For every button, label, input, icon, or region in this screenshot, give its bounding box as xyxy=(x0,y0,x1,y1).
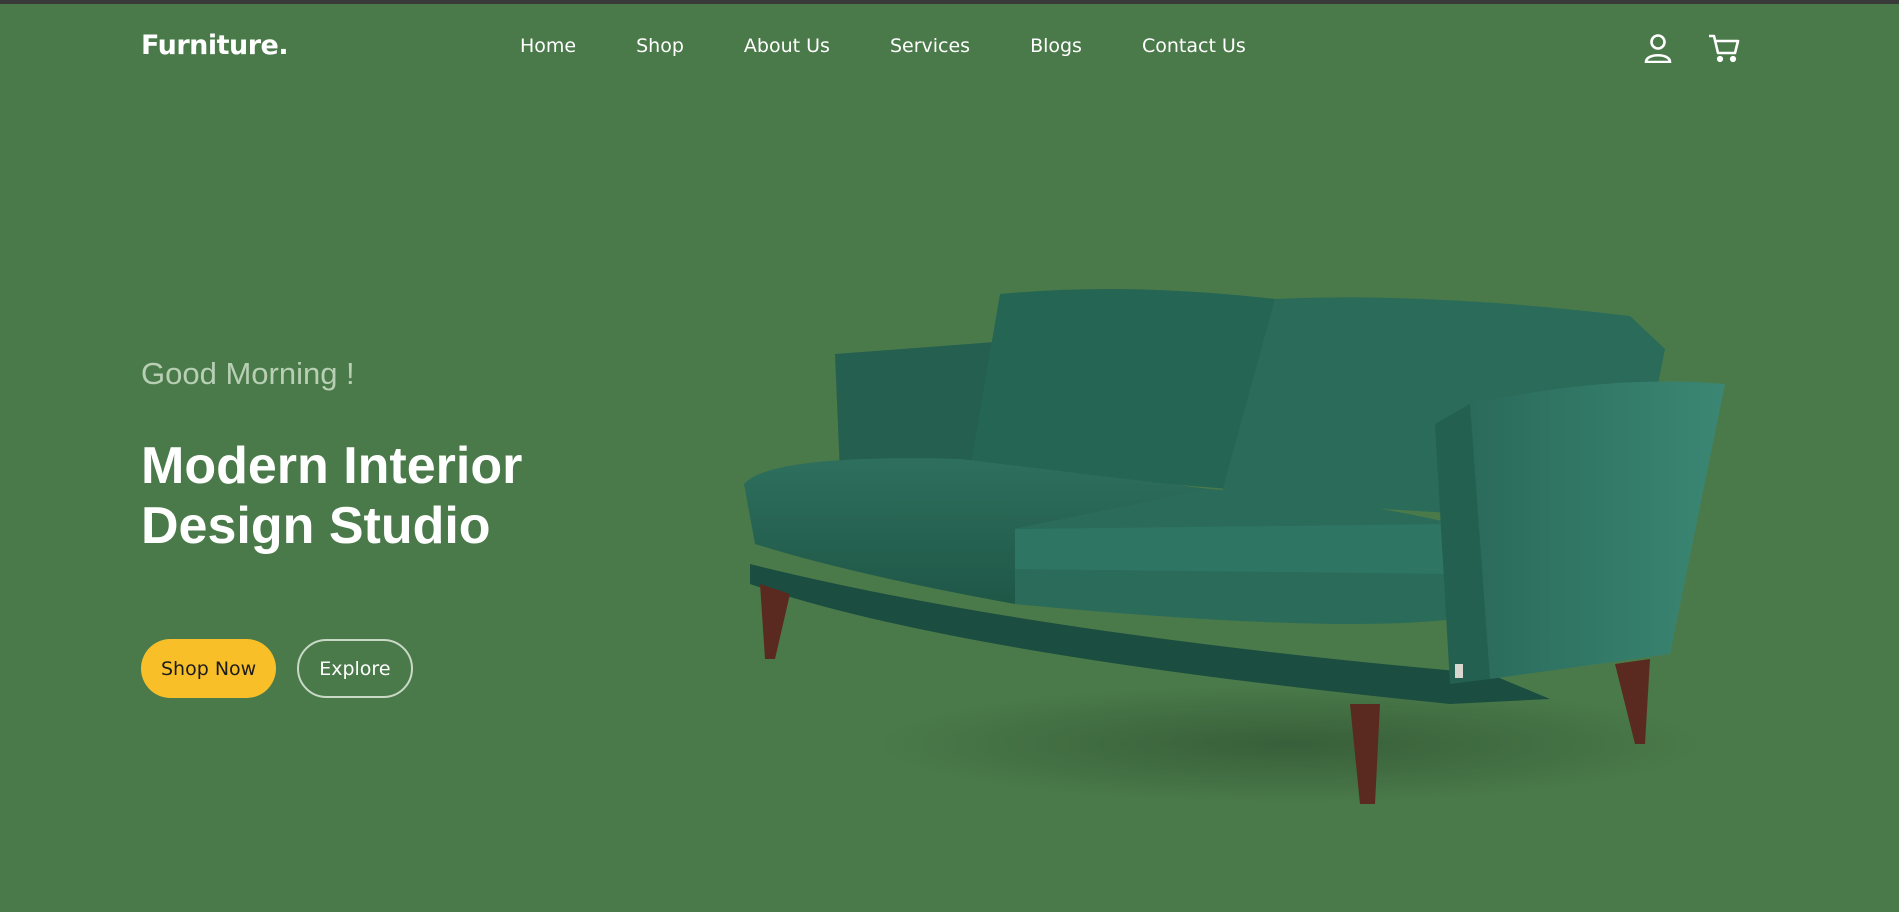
main-nav: Home Shop About Us Services Blogs Contac… xyxy=(520,35,1246,57)
sofa-image xyxy=(744,289,1725,804)
nav-shop[interactable]: Shop xyxy=(636,35,684,57)
nav-contact-us[interactable]: Contact Us xyxy=(1142,35,1246,57)
nav-services[interactable]: Services xyxy=(890,35,970,57)
hero-text: Good Morning ! Modern Interior Design St… xyxy=(141,356,522,556)
shop-now-button[interactable]: Shop Now xyxy=(141,639,277,698)
nav-home[interactable]: Home xyxy=(520,35,576,57)
user-icon[interactable] xyxy=(1640,30,1676,66)
nav-about-us[interactable]: About Us xyxy=(744,35,830,57)
explore-button[interactable]: Explore xyxy=(297,639,413,698)
hero-actions: Shop Now Explore xyxy=(141,639,413,698)
headline-line-1: Modern Interior xyxy=(141,437,523,495)
site-header: Furniture. Home Shop About Us Services B… xyxy=(0,4,1899,90)
hero-headline: Modern Interior Design Studio xyxy=(141,436,522,556)
brand-logo[interactable]: Furniture. xyxy=(141,30,289,61)
headline-line-2: Design Studio xyxy=(141,497,491,555)
header-actions xyxy=(1640,30,1742,66)
nav-blogs[interactable]: Blogs xyxy=(1030,35,1082,57)
hero-greeting: Good Morning ! xyxy=(141,356,355,391)
cart-icon[interactable] xyxy=(1706,30,1742,66)
